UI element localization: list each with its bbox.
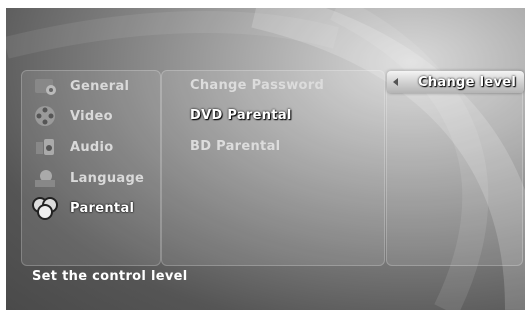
category-panel: General Video Audio Language Parental (21, 70, 161, 266)
film-reel-icon (30, 104, 60, 128)
wrench-gear-icon (30, 74, 60, 98)
category-label: Parental (70, 200, 135, 216)
category-label: Video (70, 108, 113, 124)
category-language[interactable]: Language (30, 165, 156, 191)
setup-menu-screen: General Video Audio Language Parental Ch… (6, 8, 525, 310)
category-audio[interactable]: Audio (30, 134, 156, 160)
globe-books-icon (30, 166, 60, 190)
value-change-level[interactable]: Change level (387, 71, 524, 93)
category-video[interactable]: Video (30, 103, 156, 129)
category-label: General (70, 78, 130, 94)
speaker-icon (30, 135, 60, 159)
category-parental[interactable]: Parental (30, 195, 156, 221)
options-panel: Change Password DVD Parental BD Parental (161, 70, 385, 266)
option-bd-parental[interactable]: BD Parental (190, 139, 280, 154)
arrow-left-icon (393, 78, 398, 86)
category-label: Language (70, 170, 145, 186)
option-dvd-parental[interactable]: DVD Parental (190, 108, 292, 123)
value-panel: Change level (386, 70, 524, 266)
category-general[interactable]: General (30, 73, 156, 99)
category-label: Audio (70, 139, 114, 155)
option-change-password[interactable]: Change Password (190, 78, 324, 93)
status-text: Set the control level (32, 269, 188, 284)
family-icon (30, 196, 60, 220)
value-label: Change level (418, 74, 517, 90)
